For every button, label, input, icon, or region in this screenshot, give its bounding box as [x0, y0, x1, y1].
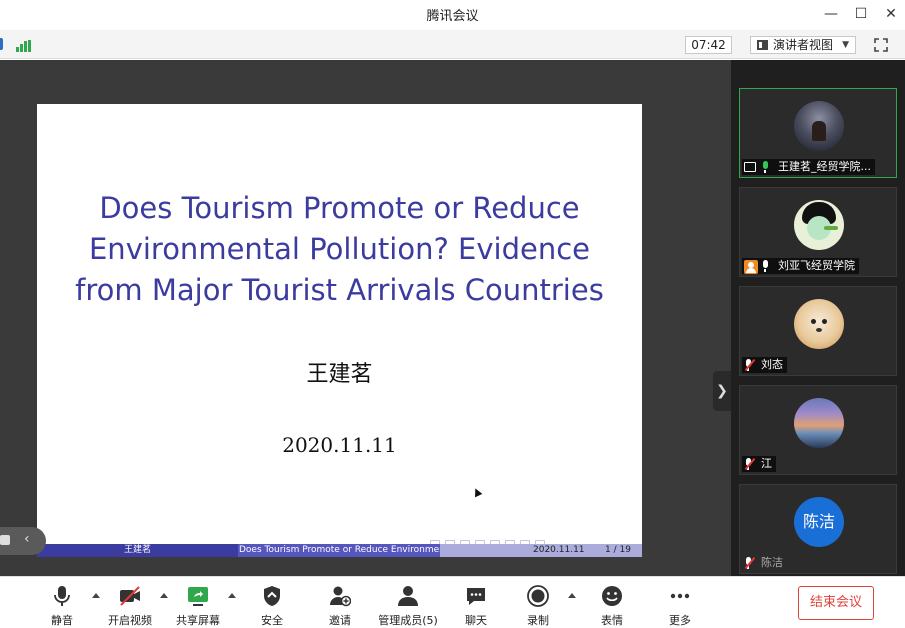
add-user-icon — [330, 586, 351, 607]
footer-page: 1 / 19 — [605, 545, 631, 555]
manage-members-label: 管理成员(5) — [378, 614, 438, 627]
participant-label: 王建茗_经贸学院... — [742, 159, 875, 175]
network-signal-icon[interactable] — [16, 40, 32, 52]
mic-speaking-icon — [761, 160, 769, 173]
mute-button[interactable]: 静音 — [32, 581, 92, 627]
participant-tile[interactable]: 刘态 — [739, 286, 897, 376]
slide-date: 2020.11.11 — [282, 433, 397, 457]
meeting-timer: 07:42 — [685, 36, 732, 54]
top-toolbar: 07:42 演讲者视图 ▼ — [0, 30, 905, 59]
footer-title: Does Tourism Promote or Reduce Environme… — [238, 544, 440, 557]
share-screen-label: 共享屏幕 — [176, 614, 220, 627]
video-label: 开启视频 — [108, 614, 152, 627]
fullscreen-icon[interactable] — [874, 38, 888, 52]
participant-label: 江 — [742, 456, 776, 472]
expand-panel-button[interactable]: ❯ — [713, 371, 731, 411]
view-mode-dropdown[interactable]: 演讲者视图 ▼ — [750, 36, 856, 54]
participant-tile[interactable]: 刘亚飞经贸学院 — [739, 187, 897, 277]
chat-button[interactable]: 聊天 — [446, 581, 506, 627]
more-button[interactable]: 更多 — [650, 581, 710, 627]
reaction-label: 表情 — [601, 614, 623, 627]
maximize-button[interactable]: ☐ — [848, 3, 874, 25]
microphone-icon — [54, 586, 70, 606]
slide-title: Does Tourism Promote or Reduce Environme… — [57, 188, 622, 311]
floating-side-tab[interactable]: ‹ — [0, 527, 46, 555]
footer-info: 2020.11.11 1 / 19 — [440, 544, 642, 557]
smile-icon — [602, 586, 622, 606]
chat-icon — [467, 588, 485, 605]
participant-name: 江 — [761, 457, 772, 470]
end-meeting-button[interactable]: 结束会议 — [798, 586, 874, 620]
participant-label: 刘亚飞经贸学院 — [742, 258, 859, 274]
avatar — [794, 200, 844, 250]
host-icon — [744, 259, 758, 274]
participant-tile[interactable]: 王建茗_经贸学院... — [739, 88, 897, 178]
more-label: 更多 — [669, 614, 691, 627]
invite-label: 邀请 — [329, 614, 351, 627]
title-bar: 腾讯会议 — ☐ ✕ — [0, 0, 905, 30]
reaction-button[interactable]: 表情 — [582, 581, 642, 627]
mute-options-caret[interactable] — [92, 593, 100, 598]
slide-title-line: Environmental Pollution? Evidence — [88, 232, 591, 266]
view-mode-label: 演讲者视图 — [773, 38, 834, 52]
window-title: 腾讯会议 — [426, 9, 479, 24]
video-options-caret[interactable] — [160, 593, 168, 598]
invite-button[interactable]: 邀请 — [310, 581, 370, 627]
record-options-caret[interactable] — [568, 593, 576, 598]
security-button[interactable]: 安全 — [242, 581, 302, 627]
share-options-caret[interactable] — [228, 593, 236, 598]
chevron-down-icon: ▼ — [842, 40, 849, 50]
record-label: 录制 — [527, 614, 549, 627]
slide-author: 王建茗 — [306, 362, 373, 387]
share-screen-button[interactable]: 共享屏幕 — [168, 581, 228, 627]
avatar — [794, 101, 844, 151]
avatar — [794, 299, 844, 349]
bottom-toolbar: 静音 开启视频 共享屏幕 安全 邀请 管理成员(5) 聊天 录制 表情 更多 结… — [0, 576, 905, 627]
security-label: 安全 — [261, 614, 283, 627]
layout-icon — [757, 40, 768, 50]
sidebar-handle[interactable] — [0, 38, 3, 50]
participant-tile[interactable]: 陈洁 陈洁 — [739, 484, 897, 574]
mic-icon — [761, 259, 769, 272]
chat-label: 聊天 — [465, 614, 487, 627]
presentation-slide: Does Tourism Promote or Reduce Environme… — [37, 104, 642, 557]
participant-name: 刘态 — [761, 358, 783, 371]
chat-bubble-icon — [0, 535, 10, 545]
shield-icon — [264, 586, 280, 606]
members-icon — [398, 586, 418, 606]
slide-title-line: Does Tourism Promote or Reduce — [99, 191, 580, 225]
participant-label: 刘态 — [742, 357, 787, 373]
mute-label: 静音 — [51, 614, 73, 627]
slide-footer: 王建茗 Does Tourism Promote or Reduce Envir… — [37, 544, 642, 557]
avatar-initials: 陈洁 — [802, 512, 835, 531]
footer-date: 2020.11.11 — [533, 545, 585, 555]
participant-sidebar: 王建茗_经贸学院... 刘亚飞经贸学院 刘态 江 陈洁 陈洁 — [731, 60, 905, 576]
video-button[interactable]: 开启视频 — [100, 581, 160, 627]
manage-members-button[interactable]: 管理成员(5) — [378, 581, 438, 627]
chevron-left-icon: ‹ — [24, 531, 30, 547]
record-button[interactable]: 录制 — [508, 581, 568, 627]
footer-author: 王建茗 — [37, 544, 238, 557]
share-screen-icon — [188, 587, 208, 606]
shared-screen: Does Tourism Promote or Reduce Environme… — [0, 60, 731, 576]
avatar: 陈洁 — [794, 497, 844, 547]
participant-name: 陈洁 — [761, 556, 783, 569]
slide-title-line: from Major Tourist Arrivals Countries — [75, 273, 604, 307]
participant-name: 刘亚飞经贸学院 — [778, 259, 855, 272]
video-off-icon — [120, 586, 140, 606]
more-dots-icon — [670, 593, 690, 599]
participant-tile[interactable]: 江 — [739, 385, 897, 475]
close-button[interactable]: ✕ — [878, 3, 904, 25]
record-icon — [527, 585, 549, 607]
screen-share-icon — [744, 161, 756, 172]
minimize-button[interactable]: — — [818, 3, 844, 25]
participant-name: 王建茗_经贸学院... — [778, 160, 871, 173]
participant-label: 陈洁 — [742, 555, 787, 571]
avatar — [794, 398, 844, 448]
beamer-nav-symbols — [430, 530, 630, 545]
